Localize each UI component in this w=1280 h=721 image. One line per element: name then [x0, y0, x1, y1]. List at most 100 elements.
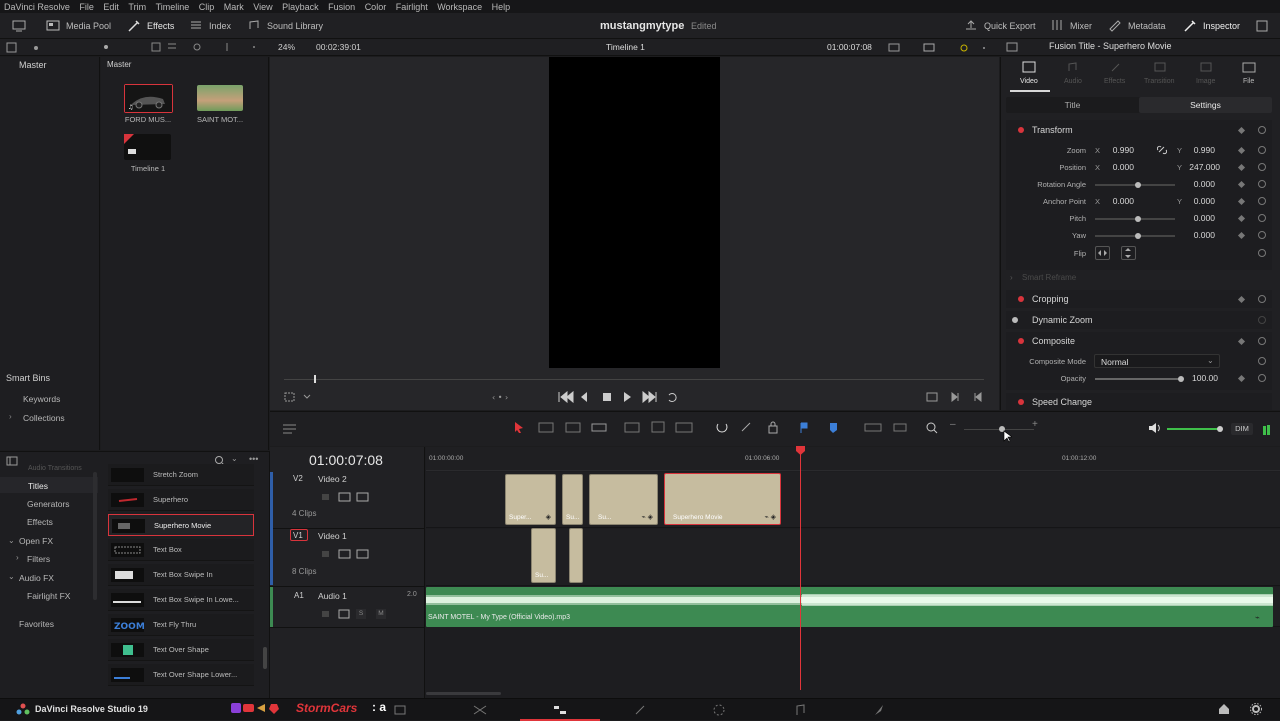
sidebar-toggle-icon[interactable]: [6, 456, 18, 466]
zoom-y-field[interactable]: 0.990: [1183, 145, 1215, 155]
track-v1-name[interactable]: Video 1: [318, 531, 347, 541]
link-icon[interactable]: [1157, 145, 1167, 155]
home-icon[interactable]: [1218, 703, 1230, 715]
menu-fusion[interactable]: Fusion: [328, 2, 355, 12]
chevron-down-icon[interactable]: ⌄: [8, 572, 15, 581]
timeline-ruler[interactable]: [426, 447, 1280, 471]
tab-video[interactable]: Video: [1020, 78, 1038, 85]
fairlight-page-icon[interactable]: [794, 703, 806, 717]
volume-slider[interactable]: [1167, 428, 1219, 430]
effect-item[interactable]: Text Over Shape Lower...: [108, 664, 254, 686]
tab-transition[interactable]: Transition: [1144, 78, 1174, 85]
reset-icon[interactable]: [1258, 295, 1266, 303]
scrubber-playhead[interactable]: [314, 375, 316, 383]
quick-export-button[interactable]: Quick Export: [964, 13, 1036, 39]
dynamic-zoom-enable-toggle[interactable]: [1012, 317, 1018, 323]
transport-controls[interactable]: [557, 391, 687, 403]
position-y-field[interactable]: 247.000: [1180, 162, 1220, 172]
menu-edit[interactable]: Edit: [103, 2, 119, 12]
reset-icon[interactable]: [1258, 374, 1266, 382]
chevron-down-icon[interactable]: ⌄: [8, 536, 15, 545]
solo-button[interactable]: S: [356, 609, 366, 619]
smart-reframe-header[interactable]: Smart Reframe: [1022, 273, 1076, 282]
master-bin[interactable]: Master: [19, 60, 47, 70]
chevron-right-icon[interactable]: ›: [16, 553, 19, 562]
timeline-clip[interactable]: Su...: [531, 528, 556, 583]
yaw-field[interactable]: 0.000: [1183, 230, 1215, 240]
tab-image[interactable]: Image: [1196, 78, 1215, 85]
chevron-right-icon[interactable]: ›: [1010, 273, 1013, 282]
image-tab-icon[interactable]: [1200, 61, 1212, 73]
effect-item[interactable]: Superhero: [108, 489, 254, 511]
jog-icon[interactable]: ‹ • ›: [492, 392, 522, 402]
selection-tool-icon[interactable]: [514, 421, 524, 434]
metadata-button[interactable]: Metadata: [1108, 13, 1166, 39]
snapping-icon[interactable]: [716, 421, 728, 434]
playhead-handle[interactable]: [796, 446, 805, 455]
reset-icon[interactable]: [1258, 180, 1266, 188]
smart-bin-keywords[interactable]: Keywords: [23, 394, 60, 404]
effects-button[interactable]: Effects: [127, 13, 174, 39]
timeline-selector[interactable]: Timeline 1: [606, 42, 645, 52]
playhead[interactable]: [800, 449, 801, 690]
category-titles[interactable]: Titles: [28, 481, 48, 491]
menu-timeline[interactable]: Timeline: [156, 2, 190, 12]
timeline-clip[interactable]: [569, 528, 583, 583]
tab-file[interactable]: File: [1243, 78, 1254, 85]
gear-icon[interactable]: [1250, 703, 1262, 715]
viewer-canvas[interactable]: [549, 57, 720, 368]
anchor-x-field[interactable]: 0.000: [1102, 196, 1134, 206]
link-icon[interactable]: [740, 421, 752, 434]
zoom-x-field[interactable]: 0.990: [1102, 145, 1134, 155]
menu-fairlight[interactable]: Fairlight: [396, 2, 428, 12]
category-generators[interactable]: Generators: [27, 499, 70, 509]
cropping-enable-toggle[interactable]: [1018, 296, 1024, 302]
effect-item[interactable]: Text Over Shape: [108, 639, 254, 661]
workspace-layout-icon[interactable]: [12, 13, 26, 39]
reset-icon[interactable]: [1258, 316, 1266, 324]
subtab-title[interactable]: Title: [1006, 97, 1139, 113]
mixer-button[interactable]: Mixer: [1050, 13, 1092, 39]
viewer-options-icons[interactable]: [888, 42, 988, 53]
chevron-right-icon[interactable]: ›: [9, 412, 12, 421]
speed-change-header[interactable]: Speed Change: [1032, 397, 1092, 407]
panel-toggle-icon[interactable]: [1256, 13, 1268, 39]
transform-enable-toggle[interactable]: [1018, 127, 1024, 133]
lock-icon[interactable]: [768, 421, 778, 434]
fusion-page-icon[interactable]: [634, 704, 646, 716]
track-v1-controls[interactable]: [320, 549, 372, 559]
media-clip-saint-motel[interactable]: [197, 85, 243, 111]
effect-item[interactable]: Text Box: [108, 539, 254, 561]
zoom-out-icon[interactable]: –: [950, 419, 956, 430]
menu-clip[interactable]: Clip: [199, 2, 215, 12]
category-fairlight-fx[interactable]: Fairlight FX: [27, 591, 70, 601]
category-filters[interactable]: Filters: [27, 554, 50, 564]
effect-item[interactable]: Stretch Zoom: [108, 464, 254, 486]
effect-item-selected[interactable]: Superhero Movie: [108, 514, 254, 536]
menu-view[interactable]: View: [253, 2, 272, 12]
track-v2-controls[interactable]: [320, 492, 372, 502]
tab-effects[interactable]: Effects: [1104, 78, 1125, 85]
menu-help[interactable]: Help: [492, 2, 511, 12]
media-pool-button[interactable]: Media Pool: [46, 13, 111, 39]
category-open-fx[interactable]: Open FX: [19, 536, 53, 546]
cropping-header[interactable]: Cropping: [1032, 294, 1069, 304]
track-a1-lock-icon[interactable]: [320, 609, 330, 619]
favorites-header[interactable]: Favorites: [19, 619, 54, 629]
timeline-scrollbar[interactable]: [426, 692, 501, 695]
viewer-right-controls[interactable]: [926, 392, 986, 402]
menu-file[interactable]: File: [79, 2, 94, 12]
index-button[interactable]: Index: [189, 13, 231, 39]
pitch-slider-knob[interactable]: [1135, 216, 1141, 222]
rotation-field[interactable]: 0.000: [1183, 179, 1215, 189]
audio-tab-icon[interactable]: [1066, 61, 1078, 73]
flag-icon[interactable]: [800, 422, 850, 434]
media-clip-ford[interactable]: ♫: [124, 84, 173, 113]
menu-mark[interactable]: Mark: [224, 2, 244, 12]
yaw-slider-knob[interactable]: [1135, 233, 1141, 239]
opacity-field[interactable]: 100.00: [1184, 373, 1218, 383]
reset-icon[interactable]: [1258, 163, 1266, 171]
reset-icon[interactable]: [1258, 197, 1266, 205]
media-timeline-clip[interactable]: [124, 134, 171, 160]
speed-change-enable-toggle[interactable]: [1018, 399, 1024, 405]
